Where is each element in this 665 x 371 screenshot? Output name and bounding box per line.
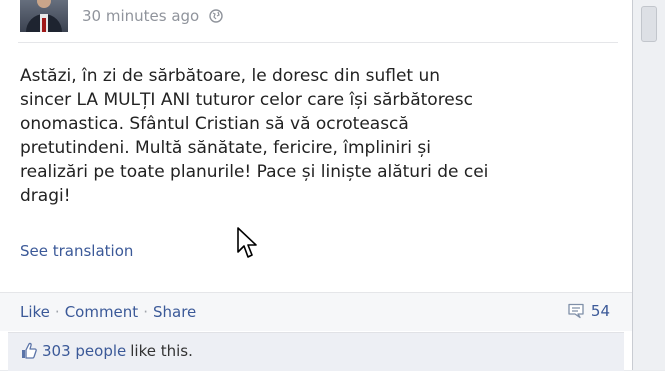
header-divider <box>18 42 618 43</box>
comments-count-button[interactable]: 54 <box>567 302 610 320</box>
post-timestamp[interactable]: 30 minutes ago <box>82 7 199 25</box>
comment-icon <box>567 303 585 319</box>
post-meta: 30 minutes ago <box>82 7 223 25</box>
comment-link[interactable]: Comment <box>65 303 139 321</box>
avatar-tie <box>42 18 46 32</box>
likers-link[interactable]: 303 people <box>42 342 126 360</box>
separator: · <box>54 303 60 321</box>
share-link[interactable]: Share <box>153 303 196 321</box>
post-body-text: Astăzi, în zi de sărbătoare, le doresc d… <box>20 66 489 206</box>
likes-summary-inner: 303 people like this. <box>20 342 193 360</box>
like-link[interactable]: Like <box>20 303 50 321</box>
post-card: 30 minutes ago Astăzi, în zi de sărbătoa… <box>0 0 633 371</box>
see-translation-link[interactable]: See translation <box>20 242 133 260</box>
mouse-cursor-icon <box>237 227 257 258</box>
separator: · <box>143 303 148 321</box>
scrollbar[interactable] <box>632 0 665 370</box>
likes-summary: 303 people like this. <box>8 332 624 371</box>
globe-icon[interactable] <box>209 9 223 23</box>
comments-count[interactable]: 54 <box>591 302 610 320</box>
post-actions-bar: Like · Comment · Share 54 <box>0 292 632 331</box>
scrollbar-thumb[interactable] <box>641 6 657 42</box>
avatar-face <box>37 0 51 8</box>
avatar[interactable] <box>20 0 68 32</box>
thumbs-up-icon <box>20 342 38 360</box>
likes-suffix: like this. <box>130 342 193 360</box>
action-links: Like · Comment · Share <box>20 303 196 321</box>
